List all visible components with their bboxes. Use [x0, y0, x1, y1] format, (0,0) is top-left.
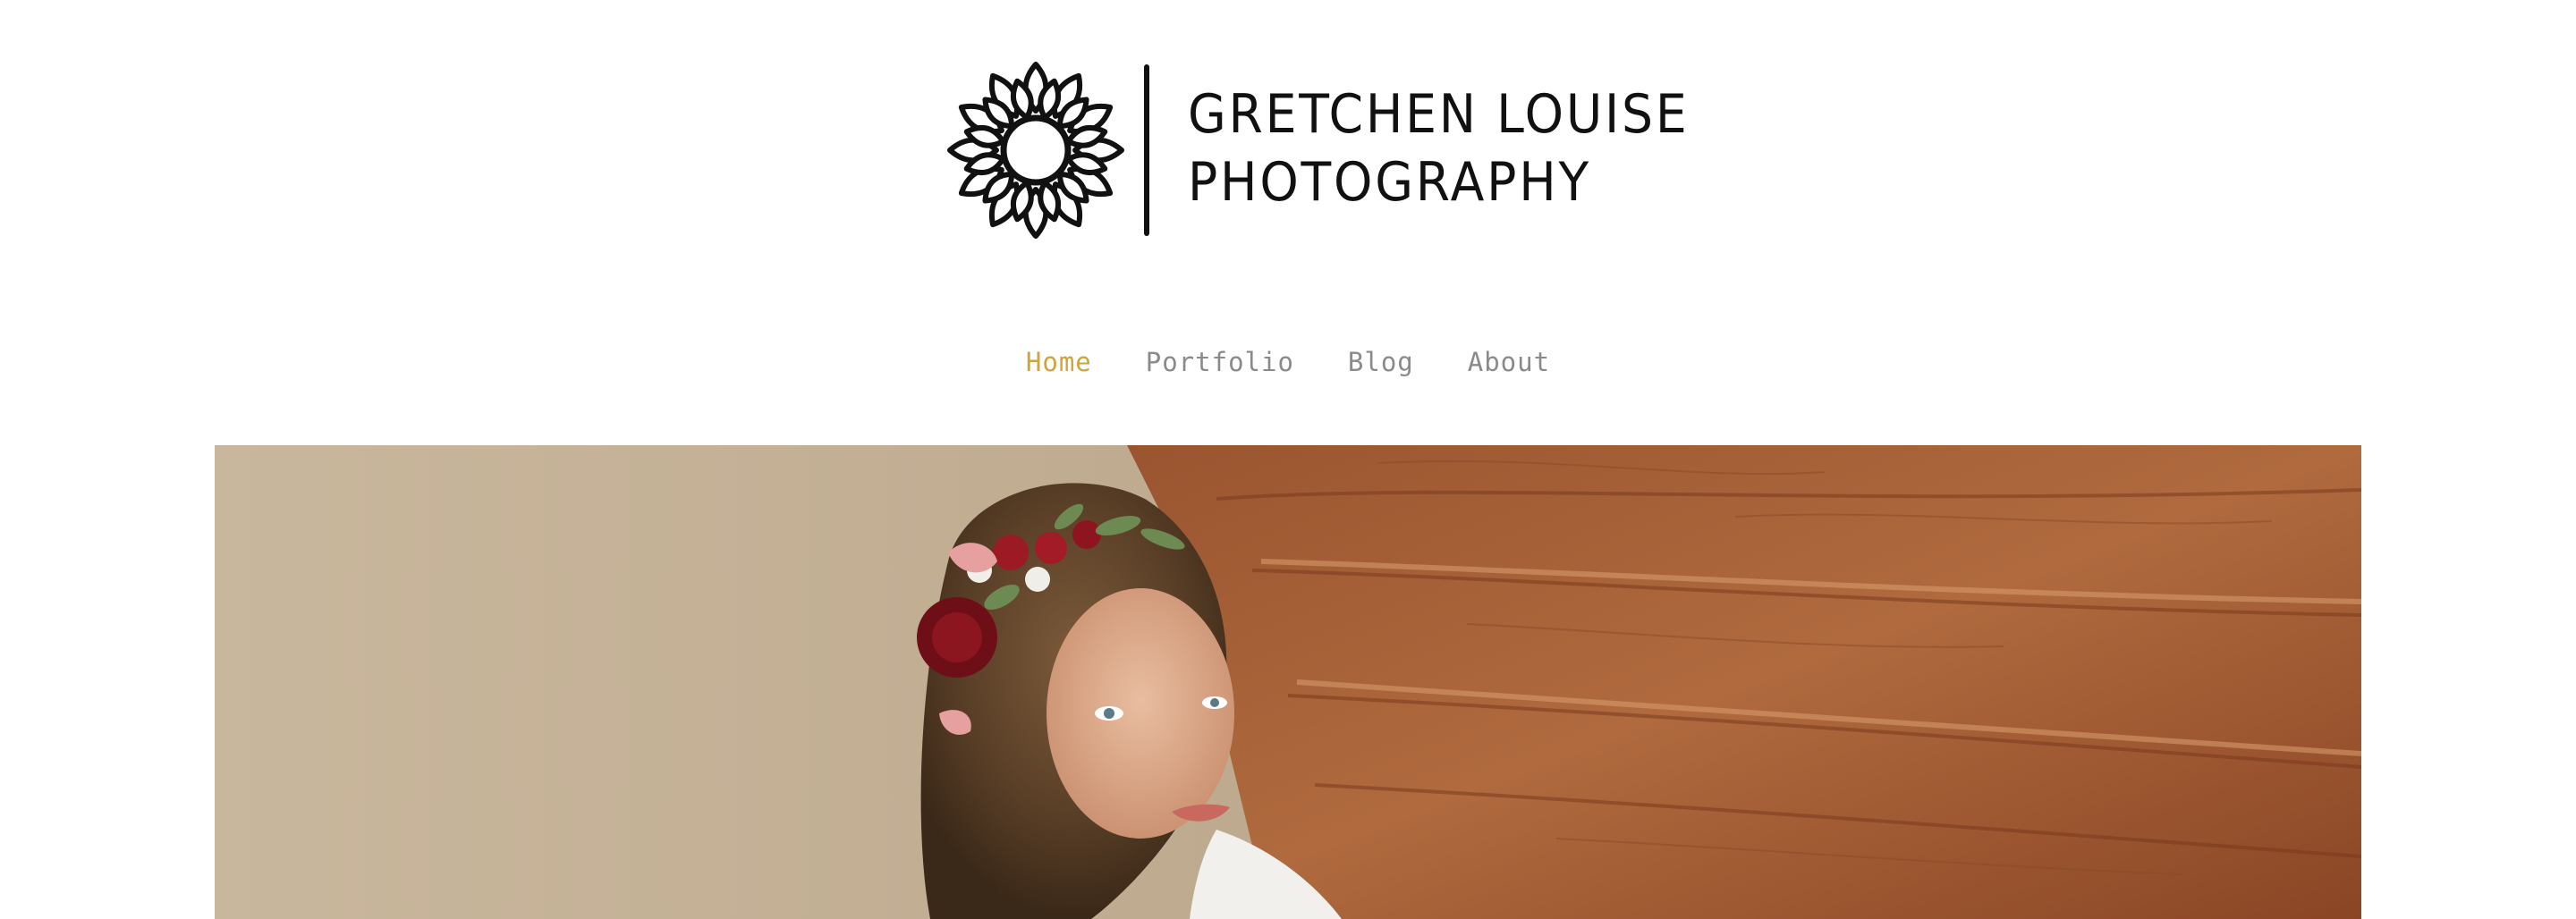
- main-nav: Home Portfolio Blog About: [0, 347, 2576, 377]
- hero-image: [215, 445, 2361, 919]
- nav-about[interactable]: About: [1468, 347, 1550, 377]
- site-logo[interactable]: GRETCHEN LOUISE PHOTOGRAPHY: [946, 61, 1687, 240]
- page: GRETCHEN LOUISE PHOTOGRAPHY Home Portfol…: [0, 0, 2576, 919]
- brand-name: GRETCHEN LOUISE PHOTOGRAPHY: [1188, 80, 1689, 216]
- nav-portfolio[interactable]: Portfolio: [1146, 347, 1294, 377]
- nav-blog[interactable]: Blog: [1348, 347, 1414, 377]
- nav-home[interactable]: Home: [1026, 347, 1092, 377]
- portrait-photo: [215, 445, 2361, 919]
- logo-divider: [1144, 64, 1149, 236]
- brand-line-1: GRETCHEN LOUISE: [1188, 83, 1690, 146]
- brand-line-2: PHOTOGRAPHY: [1188, 151, 1591, 214]
- sunflower-icon: [947, 62, 1124, 239]
